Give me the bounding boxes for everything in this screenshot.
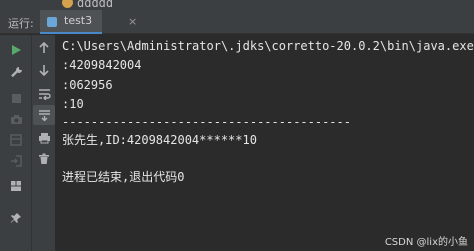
print-icon[interactable] — [35, 129, 53, 147]
pin-icon[interactable] — [7, 209, 25, 227]
rerun-icon[interactable] — [7, 41, 25, 59]
close-icon[interactable]: × — [128, 15, 137, 28]
run-config-icon — [47, 17, 57, 27]
console-output[interactable]: C:\Users\Administrator\.jdks\corretto-20… — [57, 35, 474, 251]
watermark-text: CSDN @lix的小鱼 — [384, 237, 468, 248]
trash-icon[interactable] — [35, 150, 53, 168]
console-line: 张先生,ID:4209842004******10 — [62, 133, 257, 147]
editor-tab-strip: ddddd — [0, 0, 474, 10]
console-line: :10 — [62, 97, 84, 111]
wrench-icon[interactable] — [7, 63, 25, 81]
run-panel-label: 运行: — [8, 17, 34, 30]
soft-wrap-icon[interactable] — [35, 85, 53, 103]
arrow-down-icon[interactable] — [35, 61, 53, 79]
file-type-icon — [62, 0, 73, 8]
run-tab-label: test3 — [64, 14, 93, 27]
run-toolwindow-header: 运行: test3 × — [0, 10, 474, 34]
run-actions-toolbar — [0, 35, 32, 251]
login-icon[interactable] — [7, 152, 25, 170]
console-line: 进程已结束,退出代码0 — [62, 170, 185, 184]
camera-icon[interactable] — [7, 110, 25, 128]
editor-tab-label[interactable]: ddddd — [77, 0, 113, 10]
console-line: :4209842004 — [62, 58, 142, 72]
console-line: ---------------------------------------- — [62, 115, 351, 129]
console-actions-toolbar — [32, 35, 56, 251]
console-line: :062956 — [62, 78, 113, 92]
stop-icon[interactable] — [7, 89, 25, 107]
console-line: C:\Users\Administrator\.jdks\corretto-20… — [62, 39, 474, 53]
layout-grid-icon[interactable] — [7, 177, 25, 195]
restore-layout-icon[interactable] — [7, 131, 25, 149]
arrow-up-icon[interactable] — [35, 39, 53, 57]
run-tab-test3[interactable]: test3 × — [40, 10, 137, 34]
scroll-to-end-icon[interactable] — [33, 105, 55, 125]
